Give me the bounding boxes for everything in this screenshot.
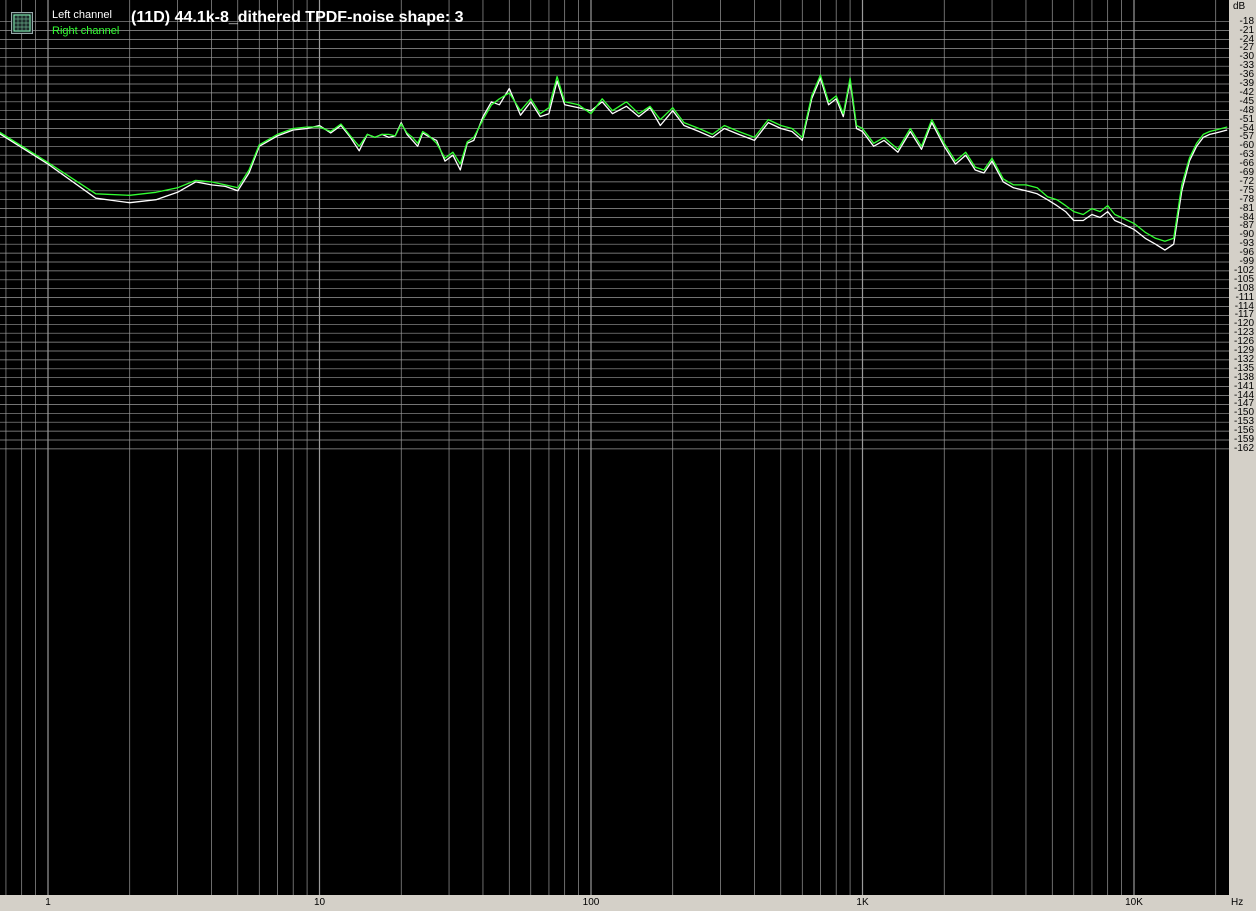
y-axis-panel: dB -18 -21 -24 -27 -30 -33 -36 -39 -42 -45 -48 -51-… [1229,0,1256,911]
x-tick-label: 1 [45,897,51,908]
legend-left-channel: Left channel [52,9,112,21]
spectrum-analyzer-icon[interactable] [11,12,33,34]
y-tick-label: -162 [1233,442,1254,454]
y-axis-unit: dB [1233,1,1246,12]
x-tick-label: 1K [856,897,869,908]
x-axis-panel: 1 10 100 1K 10K [0,895,1229,911]
chart-title: (11D) 44.1k-8_dithered TPDF-noise shape:… [131,9,464,26]
spectrum-chart [0,0,1229,895]
x-axis-unit: Hz [1231,897,1244,908]
x-tick-label: 10K [1125,897,1143,908]
spectrum-plot-area: Left channel Right channel (11D) 44.1k-8… [0,0,1229,895]
legend-right-channel: Right channel [52,25,120,37]
right-channel-line [0,74,1228,242]
x-tick-label: 10 [313,897,326,908]
series-lines [0,74,1228,251]
vertical-grid [5,0,1217,895]
horizontal-grid [0,21,1229,450]
x-tick-label: 100 [582,897,600,908]
